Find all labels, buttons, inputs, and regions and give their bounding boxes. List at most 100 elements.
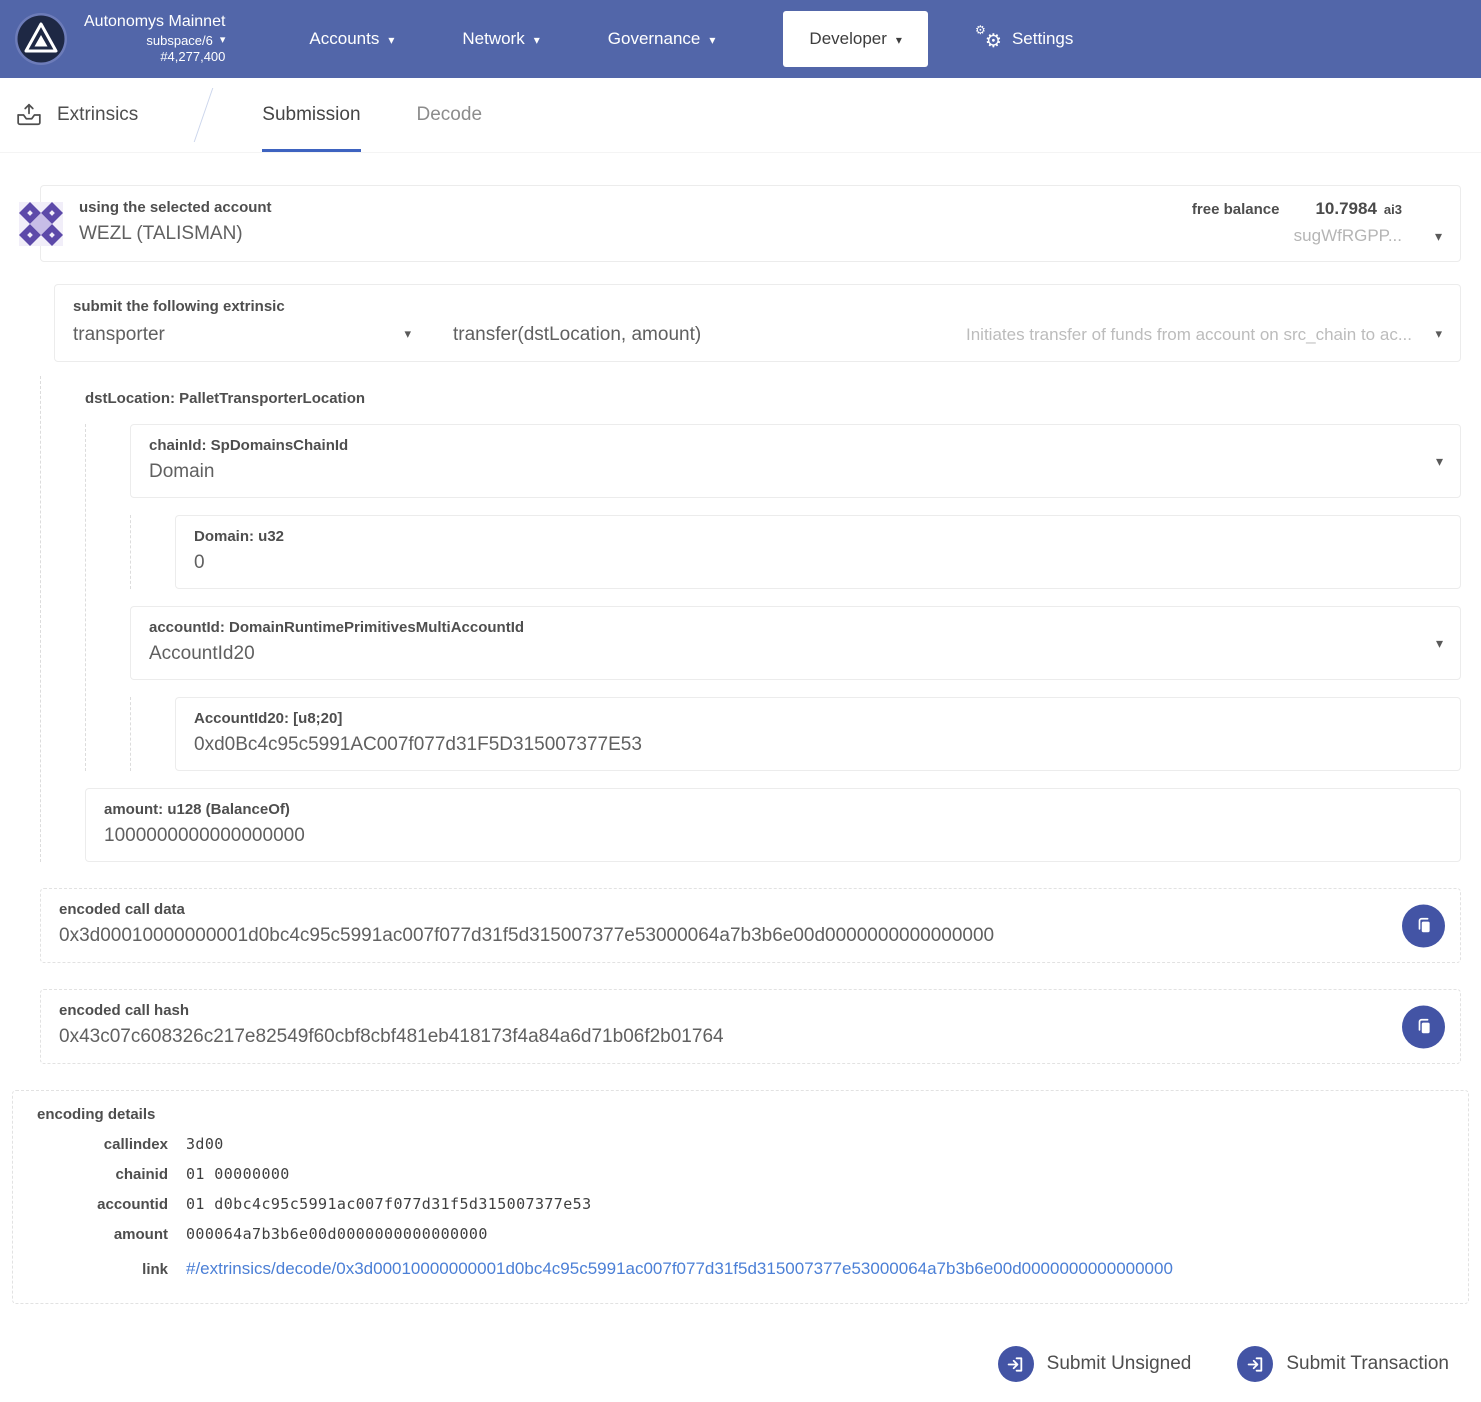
params-level-2b: AccountId20: [u8;20] 0xd0Bc4c95c5991AC00…	[130, 697, 1461, 771]
encoding-details-title: encoding details	[37, 1106, 1450, 1123]
page-title: Extrinsics	[57, 104, 138, 126]
copy-call-data-button[interactable]	[1402, 904, 1445, 947]
encoding-details-box: encoding details callindex 3d00 chainid …	[12, 1090, 1469, 1304]
tab-decode[interactable]: Decode	[417, 78, 483, 152]
domain-input[interactable]: Domain: u32 0	[175, 515, 1461, 589]
menu-accounts[interactable]: Accounts ▾	[297, 29, 406, 49]
chevron-down-icon: ▾	[1436, 454, 1443, 468]
params-level-2: Domain: u32 0	[130, 515, 1461, 589]
detail-key: amount	[37, 1226, 168, 1243]
submit-unsigned-label: Submit Unsigned	[1047, 1353, 1192, 1375]
accountid20-input[interactable]: AccountId20: [u8;20] 0xd0Bc4c95c5991AC00…	[175, 697, 1461, 771]
menu-settings-label: Settings	[1012, 29, 1073, 49]
detail-key: chainid	[37, 1166, 168, 1183]
chain-route: subspace/6	[146, 33, 213, 50]
chevron-down-icon: ▾	[709, 32, 715, 46]
menu-governance[interactable]: Governance ▾	[596, 29, 728, 49]
submit-transaction-button[interactable]: Submit Transaction	[1237, 1346, 1449, 1382]
copy-call-hash-button[interactable]	[1402, 1005, 1445, 1048]
detail-row-accountid: accountid 01 d0bc4c95c5991ac007f077d31f5…	[37, 1195, 1450, 1213]
submit-actions: Submit Unsigned Submit Transaction	[40, 1346, 1449, 1392]
account-balance-block: free balance 10.7984 ai3 sugWfRGPP...	[1192, 199, 1440, 246]
free-balance-unit: ai3	[1384, 202, 1402, 217]
method-description: Initiates transfer of funds from account…	[966, 325, 1412, 345]
account-name: WEZL (TALISMAN)	[79, 223, 272, 245]
menu-governance-label: Governance	[608, 29, 701, 49]
gear-icon: ⚙⚙	[976, 27, 1002, 51]
extrinsics-icon	[16, 103, 42, 127]
accountid20-label: AccountId20: [u8;20]	[194, 710, 1404, 727]
accountid-value: AccountId20	[149, 643, 1404, 665]
method-dropdown[interactable]: transfer(dstLocation, amount) Initiates …	[453, 324, 1442, 346]
top-navbar: Autonomys Mainnet subspace/6 ▾ #4,277,40…	[0, 0, 1481, 78]
sign-in-icon	[1237, 1346, 1273, 1382]
params-level-1: chainId: SpDomainsChainId Domain ▾ Domai…	[85, 424, 1461, 771]
tab-submission[interactable]: Submission	[262, 78, 360, 152]
domain-value[interactable]: 0	[194, 552, 1404, 574]
chainid-dropdown[interactable]: chainId: SpDomainsChainId Domain ▾	[130, 424, 1461, 498]
chevron-down-icon: ▾	[220, 35, 226, 46]
encoded-call-hash-box: encoded call hash 0x43c07c608326c217e825…	[40, 989, 1461, 1064]
page-tabbar: Extrinsics Submission Decode	[0, 78, 1481, 153]
menu-network[interactable]: Network ▾	[450, 29, 551, 49]
chevron-down-icon: ▾	[404, 327, 411, 340]
menu-developer[interactable]: Developer ▾	[783, 11, 928, 67]
chain-selector[interactable]: Autonomys Mainnet subspace/6 ▾ #4,277,40…	[84, 12, 225, 67]
autonomys-logo[interactable]	[14, 12, 68, 66]
detail-value: 01 d0bc4c95c5991ac007f077d31f5d315007377…	[186, 1195, 592, 1213]
accountid20-value[interactable]: 0xd0Bc4c95c5991AC007f077d31F5D315007377E…	[194, 734, 1404, 756]
account-address-short: sugWfRGPP...	[1294, 226, 1402, 245]
detail-value: 3d00	[186, 1135, 224, 1153]
detail-key: accountid	[37, 1196, 168, 1213]
detail-row-chainid: chainid 01 00000000	[37, 1165, 1450, 1183]
chevron-down-icon: ▾	[1436, 636, 1443, 650]
chevron-down-icon: ▾	[534, 32, 540, 46]
sign-in-icon	[998, 1346, 1034, 1382]
encoded-call-data-value: 0x3d00010000000001d0bc4c95c5991ac007f077…	[59, 925, 1370, 947]
extrinsic-builder: submit the following extrinsic transport…	[40, 284, 1461, 862]
amount-value[interactable]: 1000000000000000000	[104, 825, 1404, 847]
free-balance-value: 10.7984	[1315, 199, 1376, 219]
menu-settings[interactable]: ⚙⚙ Settings	[964, 27, 1085, 51]
extrinsics-section-head: Extrinsics	[16, 78, 184, 152]
account-identicon[interactable]	[19, 202, 63, 246]
pallet-dropdown[interactable]: transporter ▾	[73, 324, 411, 346]
domain-label: Domain: u32	[194, 528, 1404, 545]
chainid-label: chainId: SpDomainsChainId	[149, 437, 1404, 454]
params-level-0: dstLocation: PalletTransporterLocation c…	[40, 376, 1461, 862]
submit-transaction-label: Submit Transaction	[1286, 1353, 1449, 1375]
detail-key: link	[37, 1261, 168, 1278]
encoded-call-hash-value: 0x43c07c608326c217e82549f60cbf8cbf481eb4…	[59, 1026, 1370, 1048]
chevron-down-icon: ▾	[896, 32, 902, 46]
amount-input[interactable]: amount: u128 (BalanceOf) 100000000000000…	[85, 788, 1461, 862]
extrinsic-section-label: submit the following extrinsic	[73, 298, 1442, 315]
accountid-label: accountId: DomainRuntimePrimitivesMultiA…	[149, 619, 1404, 636]
detail-value: 01 00000000	[186, 1165, 290, 1183]
copy-icon	[1415, 917, 1433, 935]
detail-row-amount: amount 000064a7b3b6e00d0000000000000000	[37, 1225, 1450, 1243]
extrinsic-select-box: submit the following extrinsic transport…	[54, 284, 1461, 362]
decode-link[interactable]: #/extrinsics/decode/0x3d00010000000001d0…	[186, 1259, 1173, 1279]
submit-unsigned-button[interactable]: Submit Unsigned	[998, 1346, 1192, 1382]
param-dstlocation-label: dstLocation: PalletTransporterLocation	[85, 378, 1461, 407]
chevron-down-icon: ▾	[388, 32, 394, 46]
autonomys-logo-icon	[14, 12, 68, 66]
pallet-value: transporter	[73, 324, 165, 345]
encoded-call-data-box: encoded call data 0x3d00010000000001d0bc…	[40, 888, 1461, 963]
identicon-image	[19, 202, 63, 246]
copy-icon	[1415, 1018, 1433, 1036]
account-selector[interactable]: using the selected account WEZL (TALISMA…	[40, 185, 1461, 262]
app-title: Autonomys Mainnet	[84, 12, 225, 33]
account-label: using the selected account	[79, 199, 272, 216]
detail-row-link: link #/extrinsics/decode/0x3d00010000000…	[37, 1259, 1450, 1279]
encoded-call-hash-label: encoded call hash	[59, 1002, 1370, 1019]
free-balance-label: free balance	[1192, 201, 1280, 218]
menu-accounts-label: Accounts	[309, 29, 379, 49]
block-number: #4,277,400	[84, 49, 225, 66]
chevron-down-icon[interactable]: ▾	[1435, 229, 1442, 243]
chainid-value: Domain	[149, 461, 1404, 483]
encoded-call-data-label: encoded call data	[59, 901, 1370, 918]
accountid-dropdown[interactable]: accountId: DomainRuntimePrimitivesMultiA…	[130, 606, 1461, 680]
chevron-down-icon: ▾	[1435, 327, 1442, 340]
account-info: using the selected account WEZL (TALISMA…	[79, 199, 272, 245]
